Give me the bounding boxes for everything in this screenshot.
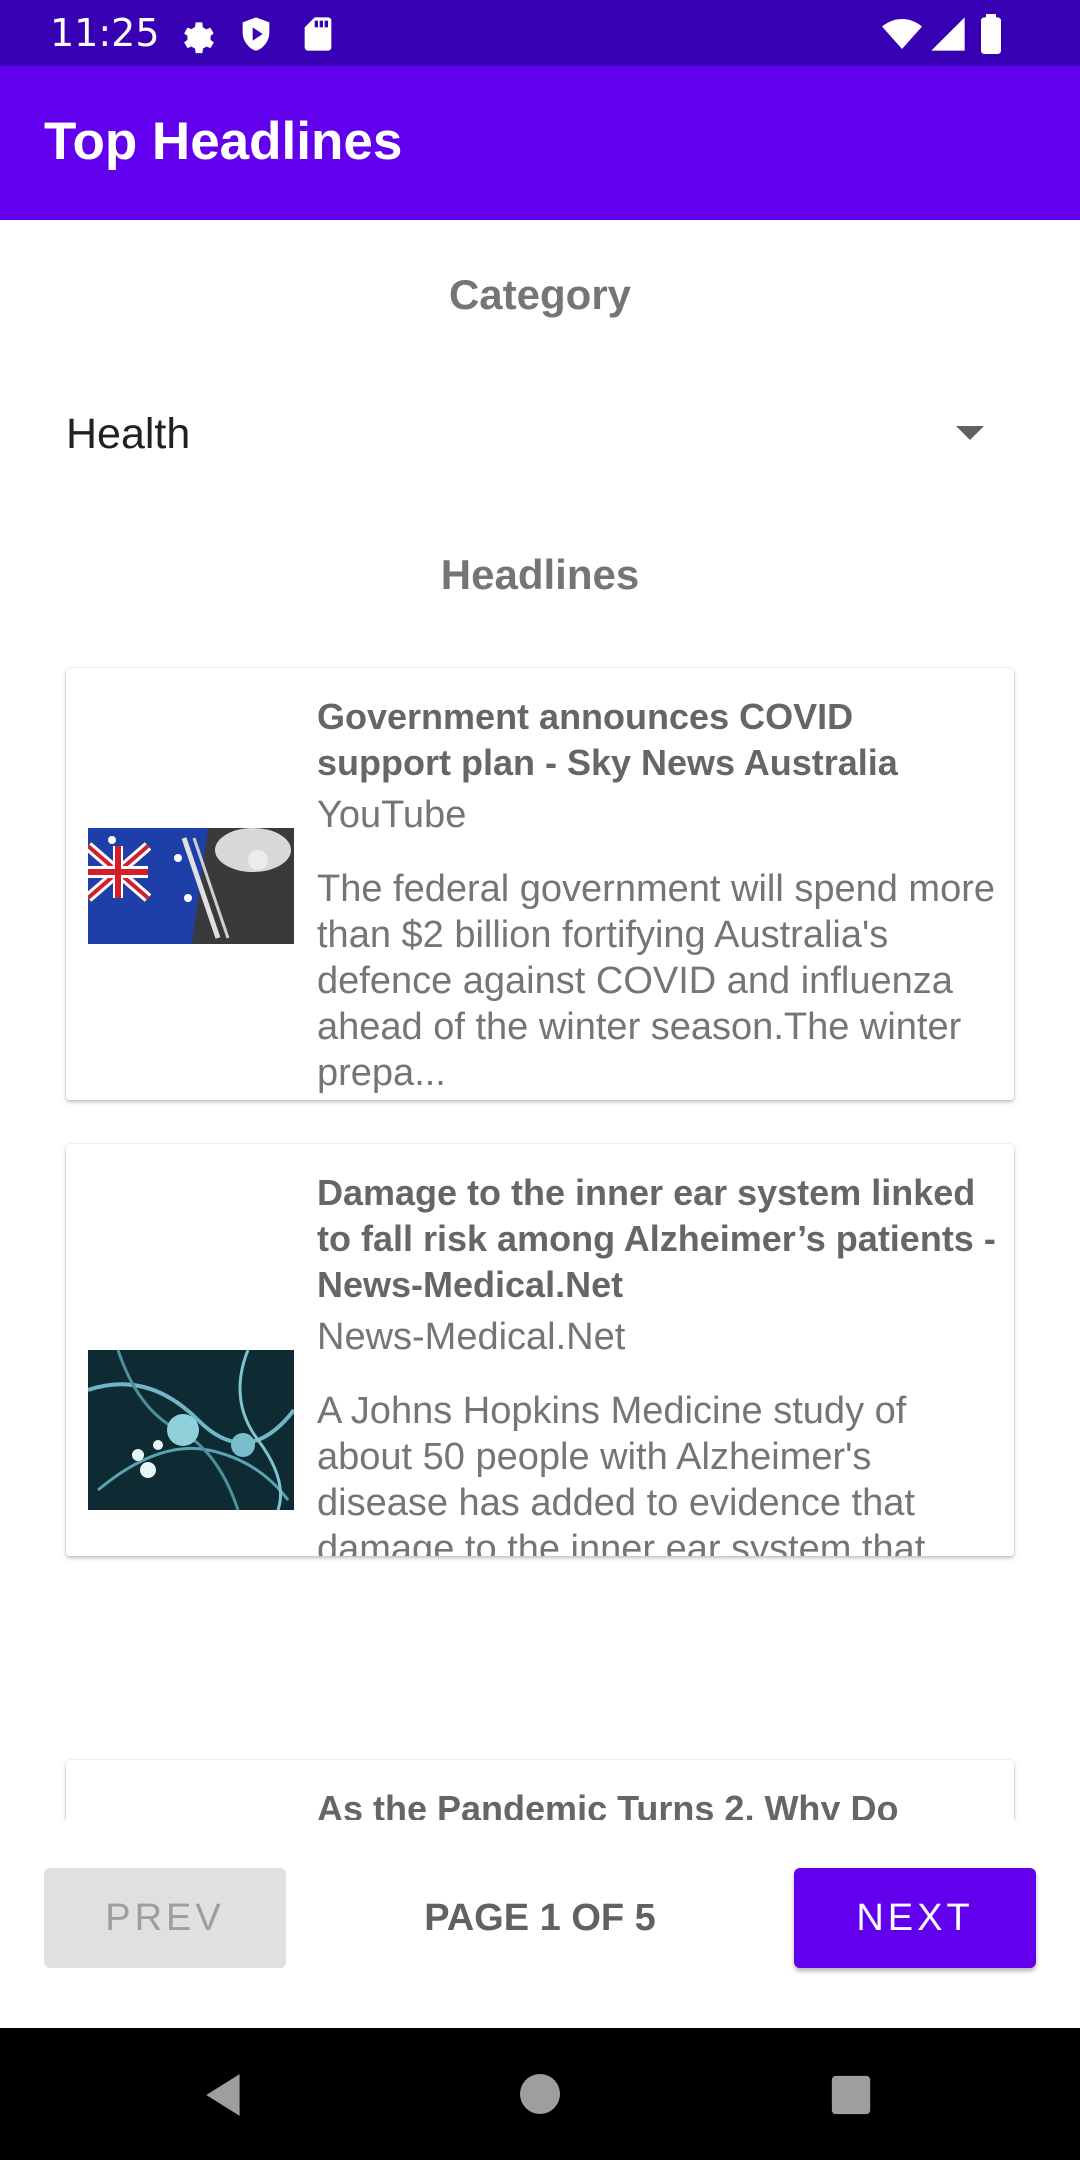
headlines-list[interactable]: Government announces COVID support plan … (0, 640, 1080, 1820)
article-title: Damage to the inner ear system linked to… (317, 1172, 996, 1305)
category-label: Category (448, 271, 632, 318)
article-thumbnail (88, 1350, 294, 1510)
battery-icon (981, 14, 1001, 54)
wifi-icon (882, 19, 922, 49)
shield-icon (242, 17, 270, 51)
headlines-label: Headlines (440, 551, 640, 598)
article-card[interactable]: Government announces COVID support plan … (66, 668, 1014, 1100)
article-source: YouTube (317, 794, 467, 836)
gear-icon (184, 22, 214, 54)
article-title: Government announces COVID support plan … (317, 696, 898, 783)
article-text: Damage to the inner ear system linked to… (317, 1170, 997, 1556)
sd-card-icon (304, 17, 332, 51)
navigation-bar (0, 2028, 1080, 2160)
article-description: The federal government will spend more t… (317, 868, 996, 1094)
article-thumbnail (88, 828, 294, 944)
dropdown-arrow-icon (956, 426, 984, 440)
article-source: News-Medical.Net (317, 1316, 626, 1358)
article-card[interactable]: Damage to the inner ear system linked to… (66, 1144, 1014, 1556)
app-bar: Top Headlines (0, 66, 1080, 220)
prev-button[interactable]: PREV (44, 1868, 286, 1968)
next-button[interactable]: NEXT (794, 1868, 1036, 1968)
article-card[interactable]: As the Pandemic Turns 2, Why Do (66, 1760, 1014, 1820)
article-text: Government announces COVID support plan … (317, 694, 997, 1096)
status-bar: 11:25 (0, 0, 1080, 66)
page-indicator: PAGE 1 OF 5 (424, 1897, 656, 1939)
article-text: As the Pandemic Turns 2, Why Do (317, 1786, 997, 1820)
signal-icon (931, 17, 965, 51)
article-description: A Johns Hopkins Medicine study of about … (317, 1390, 926, 1556)
app-title: Top Headlines (44, 112, 403, 171)
back-icon[interactable] (200, 2070, 250, 2120)
status-time: 11:25 (50, 11, 160, 55)
category-selected-value: Health (66, 410, 191, 458)
category-dropdown[interactable]: Health (66, 400, 1000, 470)
recents-icon[interactable] (828, 2072, 874, 2118)
home-icon[interactable] (516, 2070, 564, 2118)
article-title: As the Pandemic Turns 2, Why Do (317, 1788, 899, 1820)
